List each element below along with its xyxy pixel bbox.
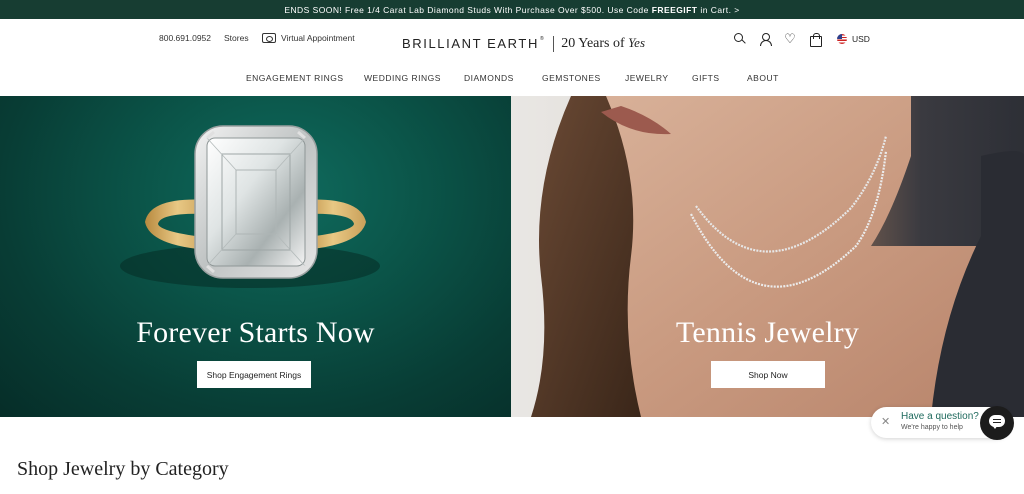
header-actions: ♡ USD [733,32,870,47]
nav-engagement-rings[interactable]: ENGAGEMENT RINGS [246,73,344,83]
promo-banner[interactable]: ENDS SOON! Free 1/4 Carat Lab Diamond St… [0,0,1024,19]
camera-icon [262,33,276,43]
shop-now-button[interactable]: Shop Now [711,361,825,388]
logo-yes-text: Yes [628,35,646,50]
logo-trademark: ® [539,36,546,42]
promo-link[interactable]: in Cart. > [700,5,739,15]
chat-icon[interactable] [980,406,1014,440]
chat-subtitle: We're happy to help [901,424,963,431]
nav-diamonds[interactable]: DIAMONDS [464,73,514,83]
nav-wedding-rings[interactable]: WEDDING RINGS [364,73,441,83]
nav-gifts[interactable]: GIFTS [692,73,720,83]
logo-anniversary: 20 Years of Yes [561,35,645,52]
search-icon[interactable] [733,32,747,46]
logo-divider [553,35,555,52]
site-logo[interactable]: BRILLIANT EARTH® 20 Years of Yes [402,35,645,52]
chat-question: Have a question? [901,411,979,422]
promo-text: ENDS SOON! Free 1/4 Carat Lab Diamond St… [284,4,649,15]
logo-brand-text: BRILLIANT EARTH [402,36,539,51]
virtual-appointment-link[interactable]: Virtual Appointment [262,33,355,43]
section-title: Shop Jewelry by Category [17,458,229,480]
shop-engagement-rings-button[interactable]: Shop Engagement Rings [197,361,311,388]
virtual-appointment-label: Virtual Appointment [281,33,355,43]
bag-icon[interactable] [808,32,822,47]
stores-label: Stores [224,33,249,43]
nav-jewelry[interactable]: JEWELRY [625,73,669,83]
chat-icon-line-2 [993,422,1001,424]
hero-engagement-rings[interactable]: Forever Starts Now Shop Engagement Rings [0,96,511,417]
account-icon[interactable] [758,32,772,46]
hero-tennis-jewelry[interactable]: Tennis Jewelry Shop Now [511,96,1024,417]
logo-years-text: 20 Years of [561,36,625,51]
us-flag-icon [837,34,847,44]
hero-left-title: Forever Starts Now [136,316,375,349]
phone-number: 800.691.0952 [159,33,211,43]
currency-selector[interactable]: USD [837,34,870,44]
phone-link[interactable]: 800.691.0952 [159,33,211,43]
nav-gemstones[interactable]: GEMSTONES [542,73,601,83]
nav-about[interactable]: ABOUT [747,73,779,83]
promo-code: FREEGIFT [651,4,698,15]
heart-icon[interactable]: ♡ [783,32,797,46]
logo-brand: BRILLIANT EARTH® [402,36,545,51]
hero-right-title: Tennis Jewelry [675,316,860,349]
currency-label: USD [852,34,870,44]
close-icon[interactable]: ✕ [881,415,890,428]
chat-icon-line-1 [993,419,1001,421]
stores-link[interactable]: Stores [224,33,249,43]
